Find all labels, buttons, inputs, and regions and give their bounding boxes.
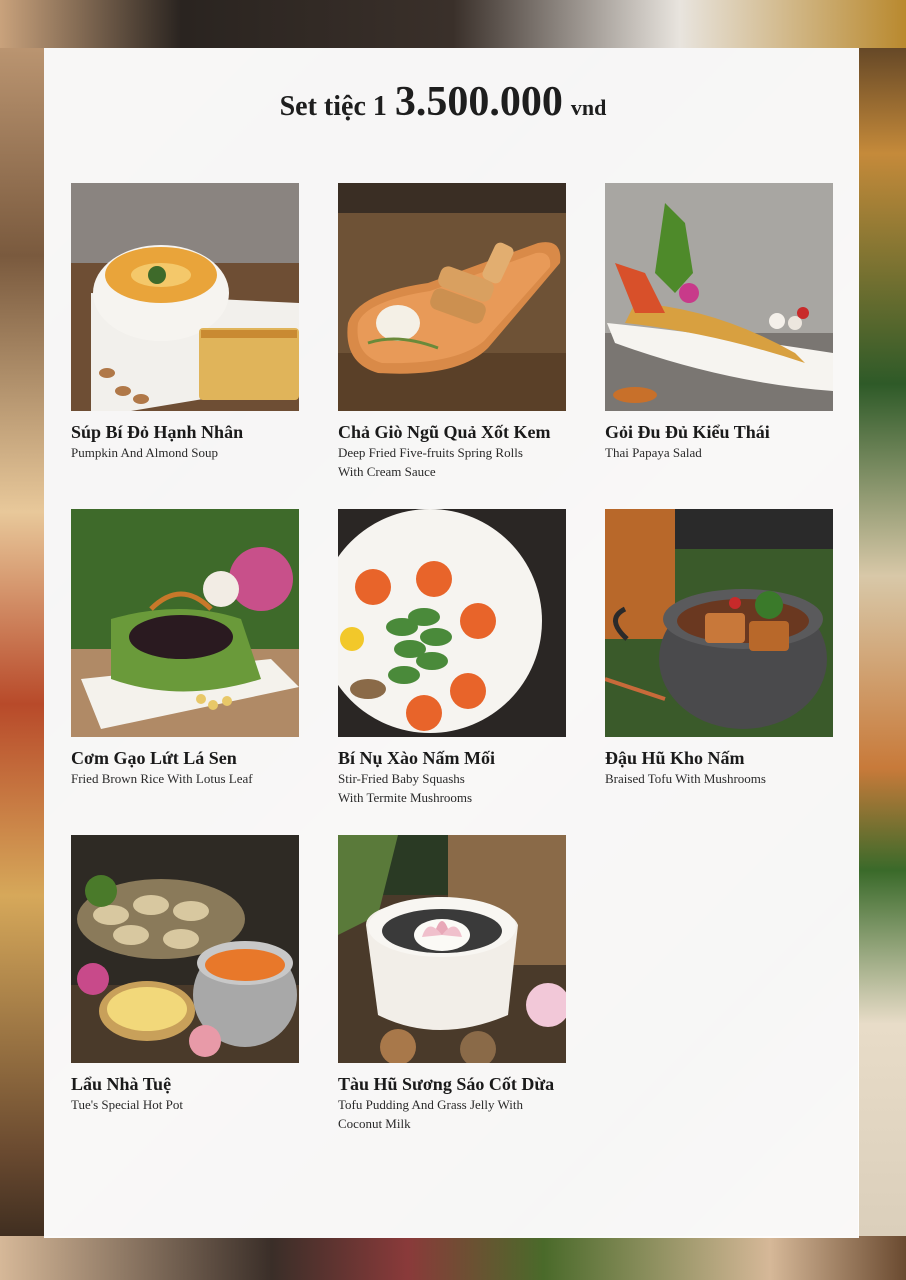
dish-description: Fried Brown Rice With Lotus Leaf	[71, 771, 253, 786]
background-photo-top	[0, 0, 906, 48]
dish-name: Súp Bí Đỏ Hạnh Nhân	[71, 422, 244, 442]
dish-photo-tofu-pudding	[338, 835, 566, 1063]
dish-name: Chả Giò Ngũ Quả Xốt Kem	[338, 422, 551, 442]
dish-description: Thai Papaya Salad	[605, 445, 702, 460]
dish-photo-spring-rolls	[338, 183, 566, 411]
dish-description: Pumpkin And Almond Soup	[71, 445, 218, 460]
dish-description-line2: With Cream Sauce	[338, 464, 436, 479]
dish-item: Súp Bí Đỏ Hạnh Nhân Pumpkin And Almond S…	[71, 183, 299, 462]
dish-item: Đậu Hũ Kho Nấm Braised Tofu With Mushroo…	[605, 509, 833, 788]
dish-description-line2: With Termite Mushrooms	[338, 790, 473, 805]
menu-currency: vnd	[570, 95, 607, 120]
dish-description-line2: Coconut Milk	[338, 1116, 411, 1131]
dish-description: Stir-Fried Baby Squashs	[338, 771, 465, 786]
menu-price: 3.500.000	[394, 79, 563, 125]
dish-description: Deep Fried Five-fruits Spring Rolls	[338, 445, 523, 460]
dish-item: Gỏi Đu Đủ Kiểu Thái Thai Papaya Salad	[605, 183, 833, 462]
background-photo-bottom	[0, 1236, 906, 1280]
dish-name: Lẩu Nhà Tuệ	[71, 1074, 172, 1094]
dish-name: Bí Nụ Xào Nấm Mối	[338, 748, 495, 768]
dish-photo-baby-squash	[338, 509, 566, 737]
menu-title-prefix: Set tiệc 1	[279, 91, 387, 122]
dish-name: Tàu Hũ Sương Sáo Cốt Dừa	[338, 1074, 555, 1094]
dish-photo-pumpkin-soup	[71, 183, 299, 411]
dish-item: Bí Nụ Xào Nấm Mối Stir-Fried Baby Squash…	[338, 509, 566, 807]
dish-photo-papaya-salad	[605, 183, 833, 411]
dish-name: Đậu Hũ Kho Nấm	[605, 748, 745, 768]
dish-photo-braised-tofu	[605, 509, 833, 737]
dish-photo-brown-rice	[71, 509, 299, 737]
dish-item: Cơm Gạo Lứt Lá Sen Fried Brown Rice With…	[71, 509, 299, 788]
dish-description: Tofu Pudding And Grass Jelly With	[338, 1097, 524, 1112]
background-photo-right	[858, 0, 906, 1280]
dish-photo-hot-pot	[71, 835, 299, 1063]
dish-item: Lẩu Nhà Tuệ Tue's Special Hot Pot	[71, 835, 299, 1114]
dish-item: Chả Giò Ngũ Quả Xốt Kem Deep Fried Five-…	[338, 183, 566, 481]
dish-description: Braised Tofu With Mushrooms	[605, 771, 766, 786]
dish-name: Cơm Gạo Lứt Lá Sen	[71, 748, 237, 768]
menu-title: Set tiệc 1 3.500.000 vnd	[0, 78, 886, 126]
dish-description: Tue's Special Hot Pot	[71, 1097, 184, 1112]
dish-name: Gỏi Đu Đủ Kiểu Thái	[605, 422, 770, 442]
background-photo-left	[0, 0, 44, 1280]
dish-item: Tàu Hũ Sương Sáo Cốt Dừa Tofu Pudding An…	[338, 835, 566, 1133]
